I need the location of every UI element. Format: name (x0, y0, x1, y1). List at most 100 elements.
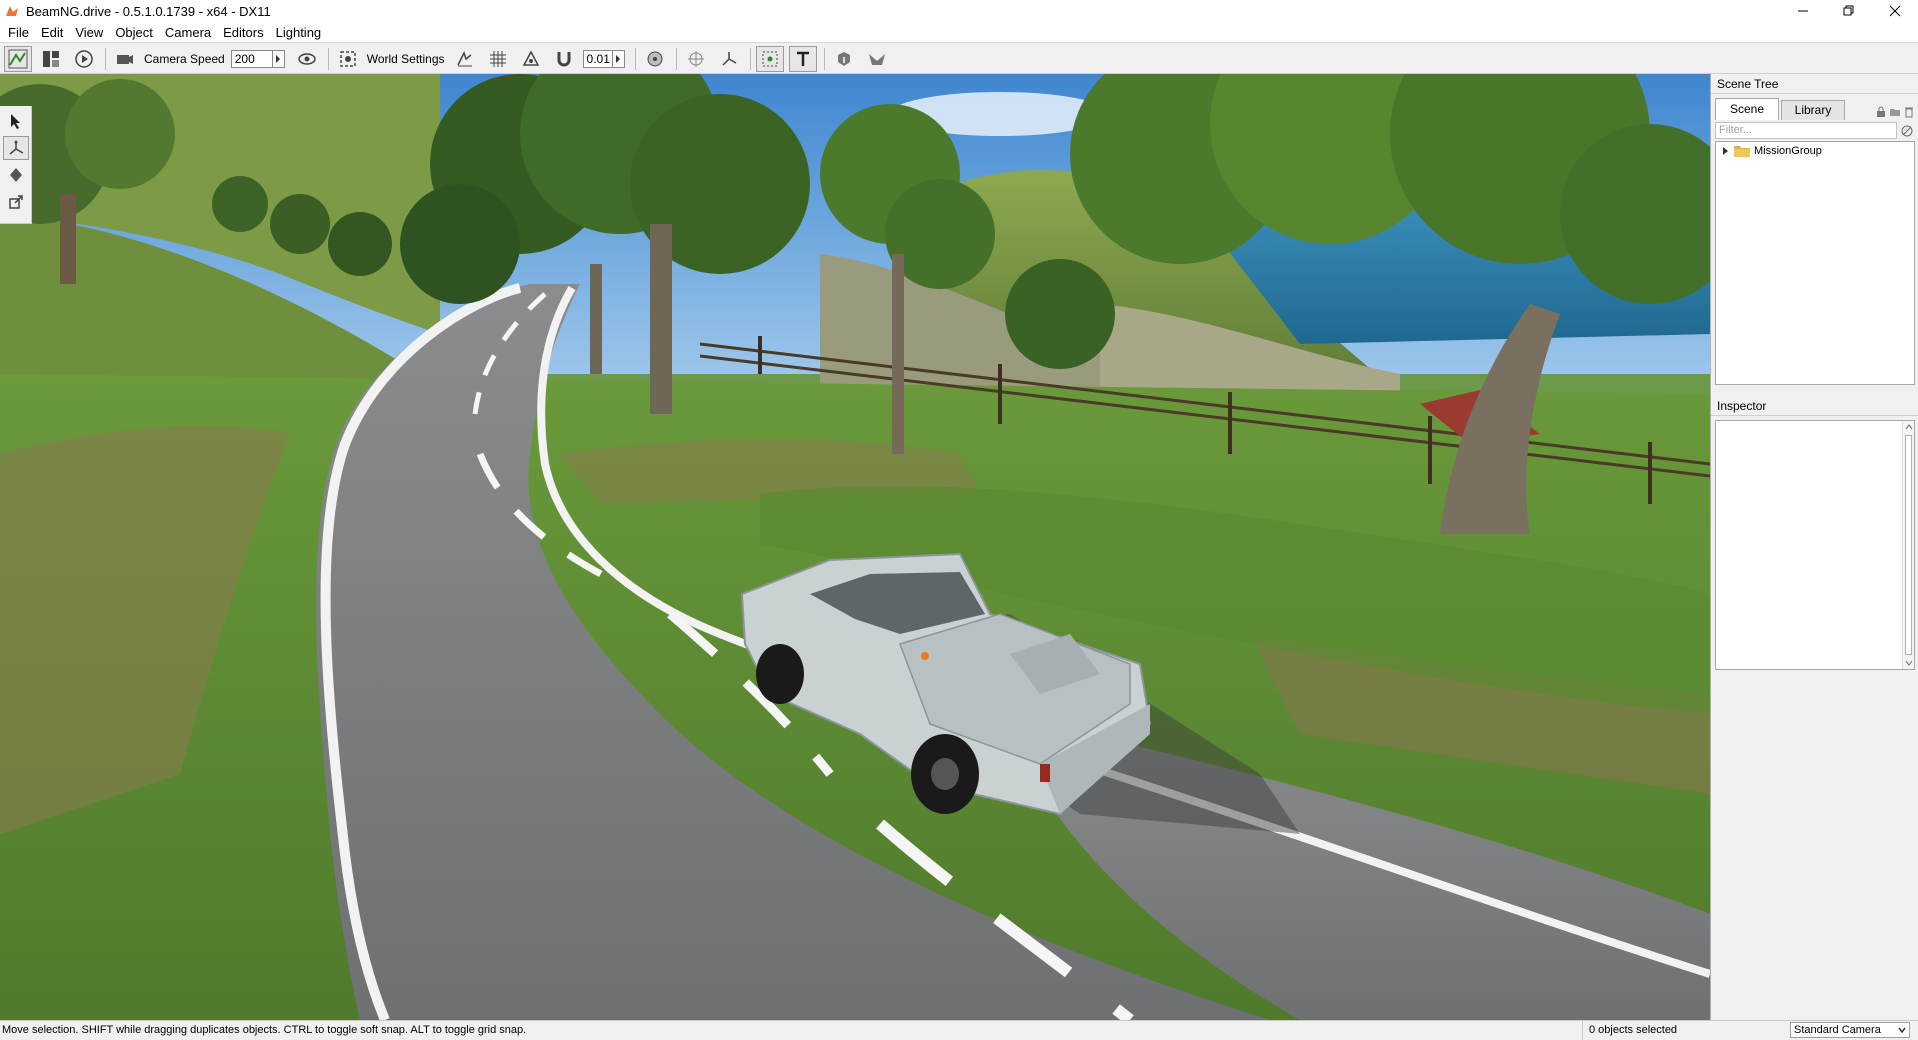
rotate-tool-button[interactable] (3, 163, 29, 187)
object-transform-button[interactable] (715, 46, 743, 72)
main-toolbar: Camera Speed 200 World Settings 0.01 (0, 44, 1918, 74)
title-bar: BeamNG.drive - 0.5.1.0.1739 - x64 - DX11 (0, 0, 1918, 22)
menu-view[interactable]: View (69, 22, 109, 43)
scroll-down-button[interactable] (1903, 657, 1915, 669)
scene-tree-actions (1875, 106, 1915, 120)
3d-viewport[interactable] (0, 74, 1710, 1020)
world-transform-button[interactable] (682, 46, 710, 72)
window-title: BeamNG.drive - 0.5.1.0.1739 - x64 - DX11 (26, 3, 271, 19)
bounds-snap-icon (522, 49, 539, 66)
toolbar-separator (823, 47, 825, 70)
inspector-panel: Inspector (1711, 396, 1918, 696)
minimize-icon (1798, 10, 1808, 12)
fit-view-button[interactable] (334, 46, 362, 72)
drop-at-origin-button[interactable] (863, 46, 891, 72)
inspector-scrollbar[interactable] (1902, 421, 1914, 669)
beamng-logo-icon (6, 6, 18, 16)
chevron-down-icon (1905, 660, 1913, 666)
world-editor-icon (8, 49, 28, 68)
world-settings-label[interactable]: World Settings (367, 52, 445, 66)
camera-button[interactable] (111, 46, 139, 72)
rotate-gizmo-icon (10, 168, 22, 182)
window-controls (1780, 0, 1918, 22)
status-hint-text: Move selection. SHIFT while dragging dup… (2, 1024, 527, 1036)
menu-file[interactable]: File (2, 22, 35, 43)
play-icon (75, 49, 93, 68)
grid-snap-button[interactable] (484, 46, 512, 72)
chevron-down-icon (1898, 1027, 1906, 1034)
camera-speed-input[interactable]: 200 (230, 49, 273, 68)
arrow-right-icon (276, 54, 281, 63)
toolbar-separator (675, 47, 677, 70)
text-icon (796, 51, 809, 66)
move-tool-button[interactable] (3, 136, 29, 160)
object-center-button[interactable] (641, 46, 669, 72)
select-centroid-button[interactable] (755, 45, 784, 72)
menu-camera[interactable]: Camera (159, 22, 217, 43)
drop-object-icon (837, 51, 850, 66)
delete-icon[interactable] (1903, 106, 1915, 118)
snap-to-terrain-button[interactable] (451, 46, 479, 72)
arrow-right-icon (616, 54, 621, 63)
right-side-panel: Scene Tree Scene Library Filter... Missi… (1710, 74, 1918, 1020)
restore-icon (1843, 5, 1854, 16)
play-game-button[interactable] (70, 46, 98, 72)
menu-editors[interactable]: Editors (217, 22, 269, 43)
tab-scene[interactable]: Scene (1715, 98, 1779, 120)
expand-arrow-icon[interactable] (1720, 146, 1730, 156)
tree-item-missiongroup[interactable]: MissionGroup (1716, 142, 1914, 160)
scale-tool-button[interactable] (3, 190, 29, 214)
select-tool-button[interactable] (3, 109, 29, 133)
folder-icon (1734, 146, 1750, 157)
minimize-button[interactable] (1780, 0, 1826, 22)
new-folder-icon[interactable] (1889, 106, 1901, 118)
scroll-up-button[interactable] (1903, 421, 1915, 433)
grid-icon (489, 50, 506, 67)
bounds-snap-button[interactable] (517, 46, 545, 72)
camera-icon (117, 54, 133, 64)
chevron-up-icon (1905, 424, 1913, 430)
drop-origin-icon (868, 53, 885, 65)
scene-tree-tabs: Scene Library (1715, 98, 1915, 120)
clear-filter-button[interactable] (1899, 123, 1915, 139)
scene-filter-row: Filter... (1715, 122, 1915, 139)
move-gizmo-icon (9, 140, 24, 155)
crosshair-icon (687, 50, 704, 67)
scene-tree-title: Scene Tree (1711, 74, 1918, 94)
status-bar: Move selection. SHIFT while dragging dup… (0, 1020, 1918, 1040)
tree-item-label: MissionGroup (1754, 145, 1822, 157)
drop-at-camera-button[interactable] (830, 46, 858, 72)
menu-bar: File Edit View Object Camera Editors Lig… (0, 22, 1918, 43)
camera-speed-spinner[interactable] (272, 49, 285, 68)
menu-edit[interactable]: Edit (35, 22, 69, 43)
object-center-icon (647, 51, 663, 66)
scene-tree-view[interactable]: MissionGroup (1715, 141, 1915, 385)
camera-mode-value: Standard Camera (1794, 1024, 1881, 1036)
menu-lighting[interactable]: Lighting (270, 22, 328, 43)
magnet-snap-button[interactable] (550, 46, 578, 72)
scroll-thumb[interactable] (1905, 435, 1912, 655)
gui-editor-icon (43, 50, 59, 67)
snap-size-spinner[interactable] (612, 49, 625, 68)
camera-mode-select[interactable]: Standard Camera (1790, 1022, 1910, 1038)
snap-size-input[interactable]: 0.01 (582, 49, 613, 68)
eye-icon (297, 52, 316, 65)
restore-button[interactable] (1826, 0, 1872, 22)
inspector-properties[interactable] (1715, 420, 1915, 670)
axis-icon (722, 51, 736, 66)
visibility-button[interactable] (293, 46, 321, 72)
scene-filter-input[interactable]: Filter... (1715, 122, 1897, 139)
world-editor-button[interactable] (4, 45, 32, 72)
lock-icon[interactable] (1875, 106, 1887, 118)
fit-view-icon (339, 50, 356, 67)
text-labels-button[interactable] (788, 45, 817, 72)
gui-editor-button[interactable] (37, 46, 65, 72)
toolbar-separator (749, 47, 751, 70)
centroid-icon (762, 51, 778, 66)
close-button[interactable] (1872, 0, 1918, 22)
scene-render[interactable] (0, 74, 1710, 1020)
inspector-title: Inspector (1711, 396, 1918, 416)
tab-library[interactable]: Library (1781, 100, 1845, 120)
menu-object[interactable]: Object (109, 22, 159, 43)
camera-speed-label: Camera Speed (144, 51, 225, 66)
